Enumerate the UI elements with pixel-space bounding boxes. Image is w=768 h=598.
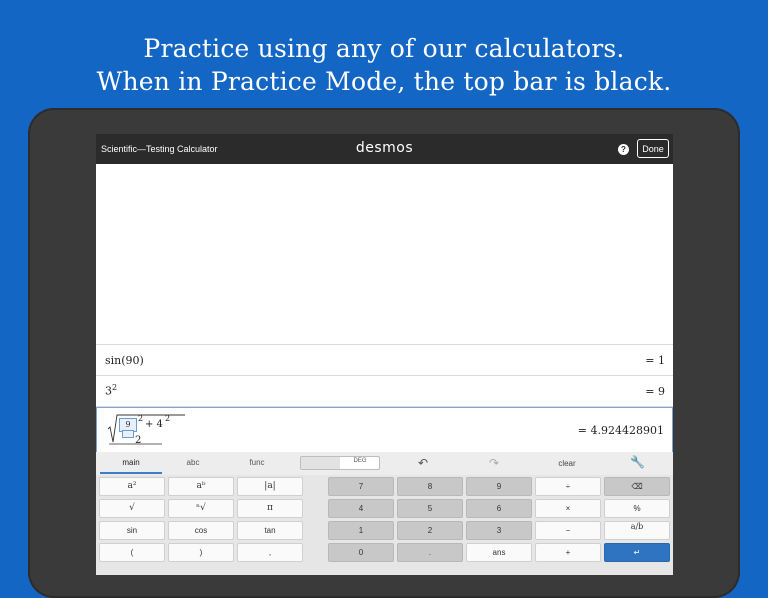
headline-line-1: Practice using any of our calculators. xyxy=(143,34,625,63)
key-2[interactable]: 2 xyxy=(397,521,463,540)
toggle-deg[interactable]: DEG xyxy=(341,458,379,464)
undo-icon[interactable]: ↶ xyxy=(418,456,428,470)
headline-line-2: When in Practice Mode, the top bar is bl… xyxy=(96,67,672,96)
key-tan[interactable]: tan xyxy=(237,521,303,540)
plus-term: + 4 xyxy=(145,419,163,430)
clear-button[interactable]: clear xyxy=(551,459,583,468)
key-comma[interactable]: , xyxy=(237,543,303,562)
fraction-denominator-box[interactable] xyxy=(122,430,134,438)
key-sqrt[interactable]: √ xyxy=(99,499,165,518)
key-0[interactable]: 0 xyxy=(328,543,394,562)
key-8[interactable]: 8 xyxy=(397,477,463,496)
key-5[interactable]: 5 xyxy=(397,499,463,518)
key-7[interactable]: 7 xyxy=(328,477,394,496)
toggle-left[interactable] xyxy=(301,457,340,469)
expression-input: 32 xyxy=(105,383,117,398)
key-close-paren[interactable]: ) xyxy=(168,543,234,562)
expression-row[interactable]: sin(90) = 1 xyxy=(96,345,673,376)
tab-abc[interactable]: abc xyxy=(162,458,224,467)
key-decimal[interactable]: . xyxy=(397,543,463,562)
key-ans[interactable]: ans xyxy=(466,543,532,562)
key-multiply[interactable]: × xyxy=(535,499,601,518)
key-minus[interactable]: − xyxy=(535,521,601,540)
active-expression-row[interactable]: 9 2 + 4 2 2 = 4.924428901 xyxy=(96,407,673,454)
keypad-tabs: main abc func DEG ↶ ↷ clear 🔧 xyxy=(96,452,673,475)
key-abs[interactable]: |a| xyxy=(237,477,303,496)
expression-input: sin(90) xyxy=(105,354,144,367)
calculator-screen: Scientific—Testing Calculator desmos ? D… xyxy=(96,134,673,575)
denominator-value: 2 xyxy=(135,435,142,446)
exponent-value: 2 xyxy=(165,414,171,423)
tab-func[interactable]: func xyxy=(226,458,288,467)
wrench-icon[interactable]: 🔧 xyxy=(630,455,645,469)
top-bar: Scientific—Testing Calculator desmos ? D… xyxy=(96,134,673,164)
base-value: 3 xyxy=(105,384,112,398)
key-3[interactable]: 3 xyxy=(466,521,532,540)
key-a-squared[interactable]: a² xyxy=(99,477,165,496)
redo-icon[interactable]: ↷ xyxy=(489,456,499,470)
help-icon[interactable]: ? xyxy=(618,144,629,155)
key-6[interactable]: 6 xyxy=(466,499,532,518)
key-1[interactable]: 1 xyxy=(328,521,394,540)
key-sin[interactable]: sin xyxy=(99,521,165,540)
key-open-paren[interactable]: ( xyxy=(99,543,165,562)
expression-result: = 1 xyxy=(645,354,665,367)
backspace-icon[interactable]: ⌫ xyxy=(604,477,670,496)
angle-mode-toggle[interactable]: DEG xyxy=(300,456,380,470)
key-cos[interactable]: cos xyxy=(168,521,234,540)
output-area[interactable] xyxy=(96,164,673,345)
tab-main[interactable]: main xyxy=(100,458,162,474)
key-a-power-b[interactable]: aᵇ xyxy=(168,477,234,496)
key-plus[interactable]: + xyxy=(535,543,601,562)
calculator-name: Scientific—Testing Calculator xyxy=(101,144,218,154)
sqrt-fraction-expression: 9 2 + 4 2 2 xyxy=(107,414,187,446)
key-4[interactable]: 4 xyxy=(328,499,394,518)
exponent-value: 2 xyxy=(138,414,144,423)
keypad: main abc func DEG ↶ ↷ clear 🔧 a² aᵇ |a| … xyxy=(96,452,673,575)
exponent-value: 2 xyxy=(112,383,118,392)
key-9[interactable]: 9 xyxy=(466,477,532,496)
expression-result: = 4.924428901 xyxy=(577,424,664,437)
key-fraction[interactable]: a/b xyxy=(604,521,670,540)
expression-result: = 9 xyxy=(645,385,665,398)
key-divide[interactable]: ÷ xyxy=(535,477,601,496)
key-nth-root[interactable]: ⁿ√ xyxy=(168,499,234,518)
done-button[interactable]: Done xyxy=(637,139,669,158)
key-percent[interactable]: % xyxy=(604,499,670,518)
enter-icon[interactable]: ↵ xyxy=(604,543,670,562)
key-pi[interactable]: π xyxy=(237,499,303,518)
expression-row[interactable]: 32 = 9 xyxy=(96,376,673,407)
